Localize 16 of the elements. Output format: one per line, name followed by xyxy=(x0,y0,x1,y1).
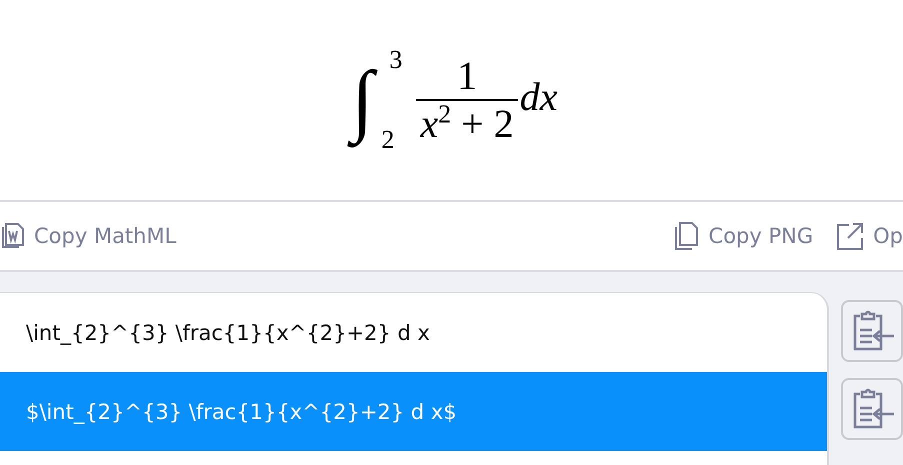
open-button[interactable]: Op xyxy=(835,216,903,256)
differential: dx xyxy=(520,72,558,120)
lower-limit: 2 xyxy=(381,125,396,155)
copy-icon xyxy=(672,221,701,251)
upper-limit: 3 xyxy=(389,45,402,75)
result-item[interactable]: $\int_{2}^{3} \frac{1}{x^{2}+2} d x$ xyxy=(0,372,827,451)
word-document-icon xyxy=(0,222,26,250)
external-link-icon xyxy=(835,221,866,251)
result-item[interactable]: \int_{2}^{3} \frac{1}{x^{2}+2} d x xyxy=(0,293,827,372)
integral-sign: ∫ xyxy=(345,48,380,152)
denominator: x$^{2}$ + 2 xyxy=(418,101,515,147)
paste-button[interactable] xyxy=(841,300,903,362)
copy-mathml-button[interactable]: Copy MathML xyxy=(0,216,176,256)
numerator: 1 xyxy=(416,53,518,101)
paste-button[interactable] xyxy=(841,378,903,440)
copy-png-button[interactable]: Copy PNG xyxy=(672,216,814,256)
